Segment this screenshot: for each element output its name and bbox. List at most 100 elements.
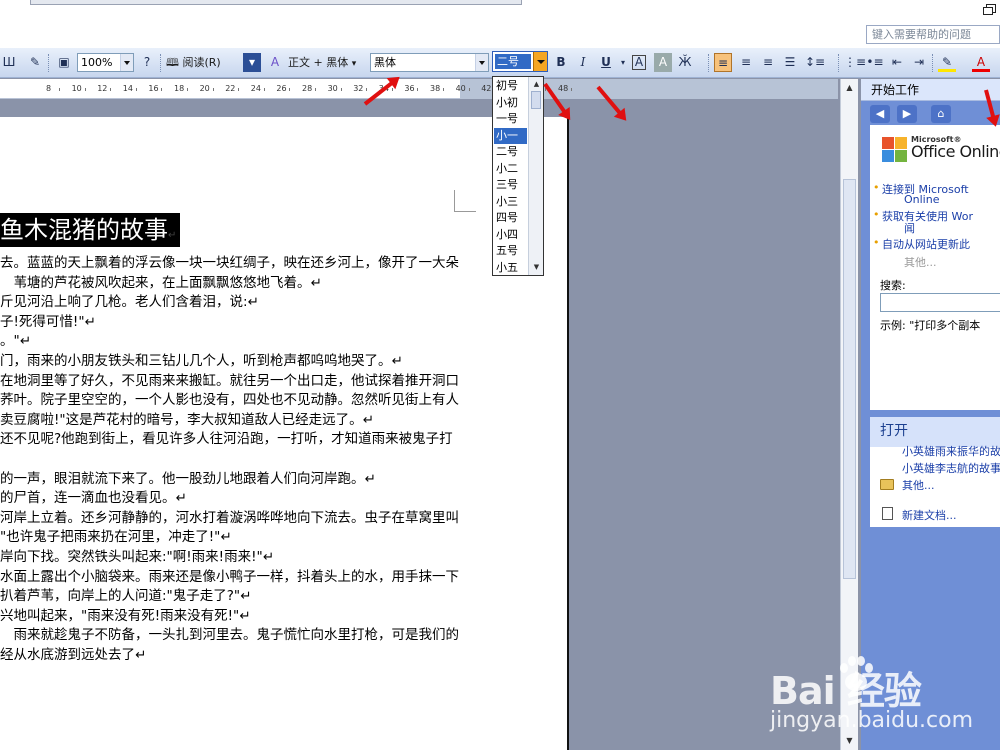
read-button[interactable]: 🕮 阅读(R) [166,52,236,73]
scroll-up-icon[interactable]: ▲ [530,78,543,91]
list-scroll-thumb[interactable] [531,91,541,109]
document-line[interactable]: 水面上露出个小脑袋来。雨来还是像小鸭子一样，抖着头上的水，用手抹一下 [0,567,460,587]
chevron-down-icon[interactable] [475,54,488,71]
document-line[interactable]: 兴地叫起来，"雨来没有死!雨来没有死!"↵ [0,606,460,626]
font-size-list[interactable]: 初号 小初 一号 小一 二号 小二 三号 小三 四号 小四 五号 小五 ▲ ▼ [492,76,544,276]
font-size-option[interactable]: 初号 [494,78,527,95]
recent-file[interactable]: 小英雄雨来振华的故事 [902,443,1000,459]
document-line[interactable]: 去。蓝蓝的天上飘着的浮云像一块一块红绸子，映在还乡河上，像开了一大朵 [0,253,460,273]
recent-file[interactable]: 小英雄李志航的故事 [902,460,1000,476]
document-line[interactable]: 的一声，眼泪就流下来了。他一股劲儿地跟着人们向河岸跑。↵ [0,469,460,489]
reading-layout-icon[interactable]: ▣ [55,53,73,72]
character-border-icon[interactable]: A [632,55,646,70]
scroll-thumb[interactable] [843,179,856,579]
font-size-option[interactable]: 四号 [494,210,527,227]
document-line[interactable]: 扒着芦苇，向岸上的人问道:"鬼子走了?"↵ [0,586,460,606]
document-line[interactable]: 荞叶。院子里空空的，一个人影也没有，四处也不见动静。忽然听见街上有人 [0,390,460,410]
document-line[interactable]: "也许鬼子把雨来扔在河里，冲走了!"↵ [0,527,460,547]
font-size-option[interactable]: 小五 [494,260,527,277]
document-line[interactable]: 河岸上立着。还乡河静静的，河水打着漩涡哗哗地向下流去。虫子在草窝里叫 [0,508,460,528]
link-connect-cont[interactable]: Online [904,193,939,206]
research-icon[interactable]: Ш [0,53,18,72]
align-center-button[interactable]: ≡ [737,53,755,72]
new-document-link[interactable]: 新建文档... [902,507,957,523]
ruler-number: 16 [148,84,159,93]
document-title[interactable]: 鱼木混猪的故事↵ [0,213,181,247]
horizontal-ruler[interactable]: 8101214161820222426283032343638404244464… [0,79,838,99]
document-line[interactable]: 岸向下找。突然铁头叫起来:"啊!雨来!雨来!"↵ [0,547,460,567]
style-combo[interactable]: 正文 + 黑体 ▾ [288,52,366,73]
line-spacing-icon[interactable]: ↕≡ [805,53,825,72]
document-line[interactable]: 门，雨来的小朋友铁头和三钻儿几个人，听到枪声都呜呜地哭了。↵ [0,351,460,371]
document-line[interactable]: 雨来就趁鬼子不防备，一头扎到河里去。鬼子慌忙向水里打枪，可是我们的 [0,625,460,645]
character-scaling-icon[interactable]: Ӂ [676,53,694,72]
increase-indent-icon[interactable]: ⇥ [910,53,928,72]
font-size-option[interactable]: 一号 [494,111,527,128]
document-line[interactable]: 。"↵ [0,331,460,351]
restore-window-icon[interactable] [983,4,996,15]
decrease-indent-icon[interactable]: ⇤ [888,53,906,72]
font-size-option[interactable]: 三号 [494,177,527,194]
toolbar-separator [932,54,934,72]
ruler-number: 18 [174,84,185,93]
underline-button[interactable]: U [597,53,615,72]
scroll-down-icon[interactable]: ▼ [530,261,543,274]
toolbar-separator [48,54,50,72]
bold-button[interactable]: B [552,53,570,72]
help-icon[interactable]: ? [138,53,156,72]
search-example: 示例: "打印多个副本 [880,319,981,332]
highlight-icon[interactable]: ✎ [938,53,956,72]
list-scrollbar[interactable]: ▲ ▼ [528,77,543,275]
document-line[interactable]: 斤见河沿上响了几枪。老人们含着泪，说:↵ [0,292,460,312]
font-combo[interactable]: 黑体 [370,53,489,72]
font-size-option[interactable]: 小三 [494,194,527,211]
font-color-button[interactable]: A [972,53,990,72]
font-size-combo[interactable]: 二号 [492,51,548,72]
task-pane-search-input[interactable] [880,293,1000,312]
font-size-dropdown-button[interactable] [533,52,547,71]
more-link[interactable]: 其他... [904,254,937,270]
ruler-number: 20 [199,84,210,93]
justify-button[interactable]: ☰ [781,53,799,72]
chevron-down-icon[interactable]: ▾ [614,53,632,72]
chevron-down-icon[interactable] [120,54,133,71]
open-more-link[interactable]: 其他... [902,477,935,493]
bullets-icon[interactable]: •≡ [866,53,884,72]
document-line[interactable]: 的尸首，连一滴血也没看见。↵ [0,488,460,508]
task-pane-title[interactable]: 开始工作 [861,79,1000,101]
align-left-button[interactable]: ≡ [714,53,732,72]
character-shading-icon[interactable]: A [654,53,672,72]
ruler-tick [135,88,137,91]
numbering-icon[interactable]: ⋮≡ [844,53,866,72]
font-size-option[interactable]: 小一 [494,127,527,144]
document-line[interactable]: 经从水底游到远处去了↵ [0,645,460,665]
zoom-combo[interactable]: 100% [77,53,134,72]
font-size-option[interactable]: 二号 [494,144,527,161]
margin-corner-mark [454,190,476,212]
italic-button[interactable]: I [574,53,592,72]
link-help-cont[interactable]: 闻 [904,220,915,236]
scroll-up-icon[interactable]: ▲ [843,81,856,95]
document-line[interactable] [0,449,460,469]
document-line[interactable]: 卖豆腐啦!"这是芦花村的暗号，李大叔知道敌人已经走远了。↵ [0,410,460,430]
document-line[interactable]: 在地洞里等了好久，不见雨来来搬缸。就往另一个出口走，他试探着推开洞口 [0,371,460,391]
office-online-panel: Microsoft® Office Online 连接到 Microsoft O… [870,125,1000,410]
home-icon[interactable]: ⌂ [931,105,951,123]
link-help[interactable]: 获取有关使用 Wor [873,208,973,224]
back-icon[interactable]: ◀ [870,105,890,123]
font-size-option[interactable]: 小四 [494,227,527,244]
drawing-icon[interactable]: ✎ [26,53,44,72]
align-right-button[interactable]: ≡ [759,53,777,72]
font-size-option[interactable]: 小二 [494,161,527,178]
styles-formatting-icon[interactable]: A [266,53,284,72]
toolbar-options-icon[interactable]: ▾ [243,53,261,72]
document-line[interactable]: 还不见呢?他跑到街上，看见许多人往河沿跑，一打听，才知道雨来被鬼子打 [0,429,460,449]
font-size-option[interactable]: 五号 [494,243,527,260]
font-size-option[interactable]: 小初 [494,95,527,112]
document-line[interactable]: 苇塘的芦花被风吹起来，在上面飘飘悠悠地飞着。↵ [0,273,460,293]
chevron-down-icon[interactable]: ▾ [352,59,357,69]
help-search-input[interactable]: 键入需要帮助的问题 [866,25,1000,44]
link-update[interactable]: 自动从网站更新此 [873,236,970,252]
forward-icon[interactable]: ▶ [897,105,917,123]
document-line[interactable]: 子!死得可惜!"↵ [0,312,460,332]
